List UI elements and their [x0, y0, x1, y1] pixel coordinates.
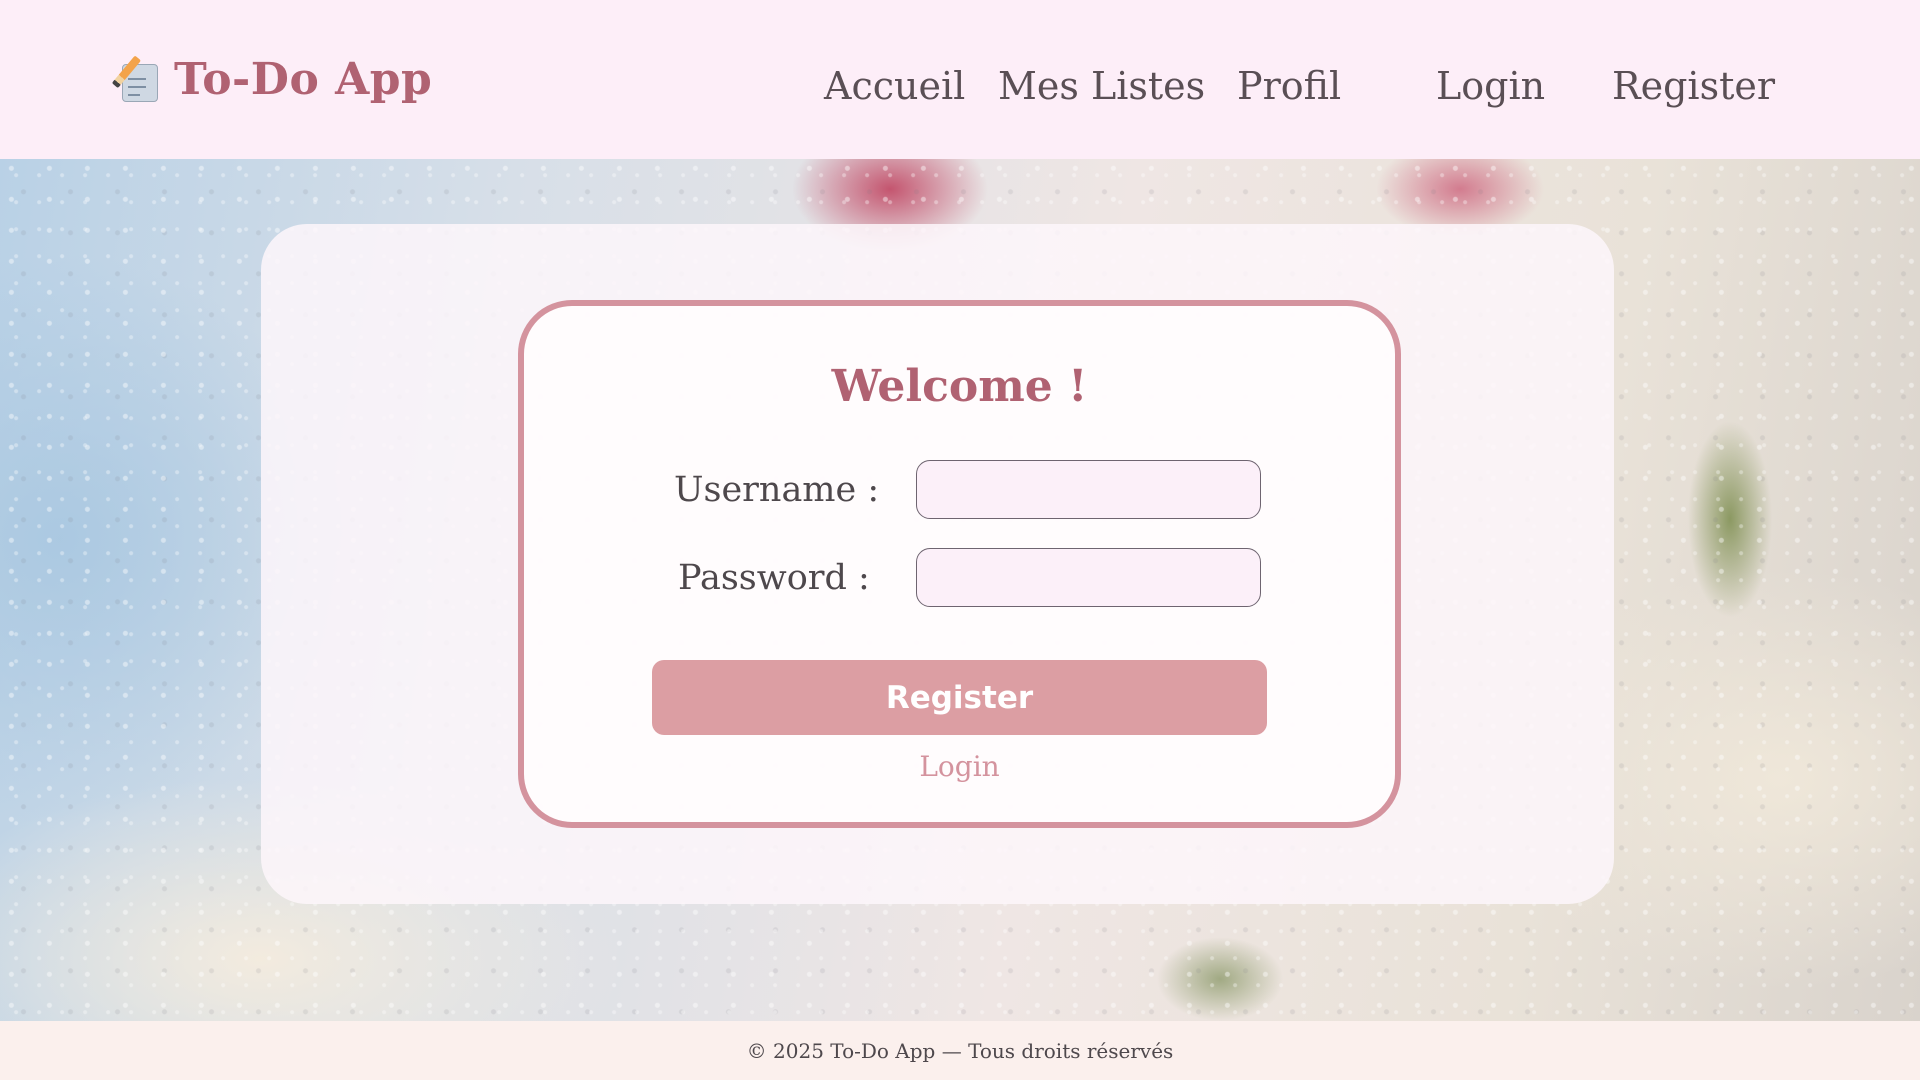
nav-link-accueil[interactable]: Accueil [824, 62, 965, 110]
password-input[interactable] [916, 548, 1261, 607]
footer-copyright: © 2025 To-Do App — Tous droits réservés [746, 1038, 1174, 1063]
nav-link-register[interactable]: Register [1612, 62, 1775, 110]
form-title: Welcome ! [831, 361, 1088, 412]
nav-link-mes-listes[interactable]: Mes Listes [998, 62, 1205, 110]
footer: © 2025 To-Do App — Tous droits réservés [0, 1021, 1920, 1080]
register-form-card: Welcome ! Username : Password : Register… [518, 300, 1401, 828]
register-button[interactable]: Register [652, 660, 1267, 735]
nav-link-login[interactable]: Login [1436, 62, 1545, 110]
brand-title: To-Do App [174, 54, 433, 105]
login-link[interactable]: Login [524, 750, 1395, 783]
username-label: Username : [674, 470, 880, 510]
username-input[interactable] [916, 460, 1261, 519]
nav-link-profil[interactable]: Profil [1237, 62, 1341, 110]
top-navbar: To-Do App Accueil Mes Listes Profil Logi… [0, 0, 1920, 159]
password-label: Password : [678, 558, 870, 598]
memo-icon [111, 54, 160, 102]
brand[interactable]: To-Do App [111, 54, 433, 105]
